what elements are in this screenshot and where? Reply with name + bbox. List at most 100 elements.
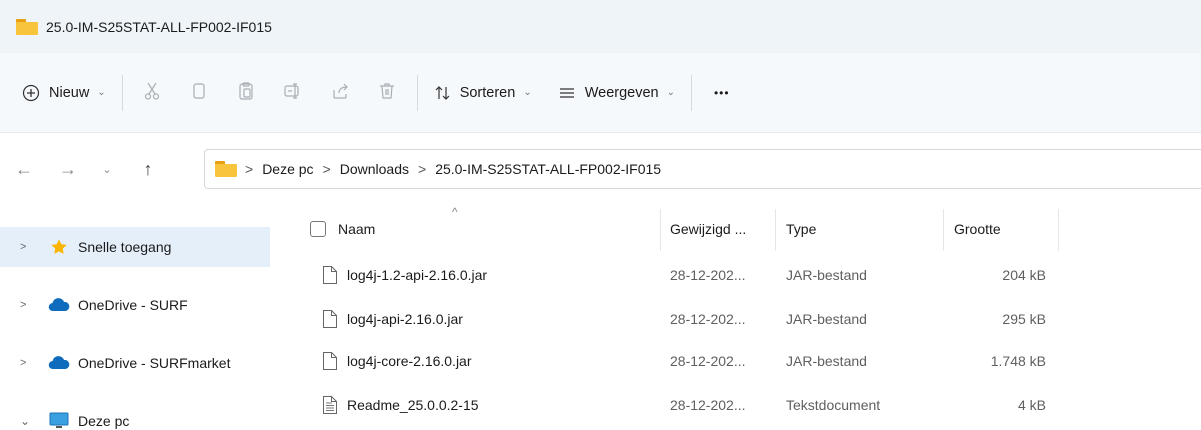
file-name: log4j-api-2.16.0.jar: [347, 311, 463, 327]
more-icon: •••: [713, 85, 730, 100]
sidebar-item-label: Deze pc: [78, 413, 130, 429]
sort-icon: [434, 84, 452, 102]
paste-button[interactable]: [223, 75, 270, 111]
breadcrumb-separator[interactable]: >: [323, 161, 331, 177]
recent-locations-button[interactable]: ⌄: [96, 153, 118, 185]
up-button[interactable]: ↑: [132, 153, 164, 185]
view-button[interactable]: Weergeven ⌄: [548, 75, 685, 111]
file-type: Tekstdocument: [786, 397, 881, 413]
file-name-cell: Readme_25.0.0.2-15: [322, 387, 662, 423]
delete-icon: [377, 81, 397, 104]
view-button-label: Weergeven: [584, 84, 659, 101]
rename-icon: [283, 81, 303, 104]
sidebar-item-onedrive-surfmarket[interactable]: > OneDrive - SURFmarket: [0, 343, 270, 383]
column-divider[interactable]: [775, 209, 776, 251]
file-name-cell: log4j-api-2.16.0.jar: [322, 301, 662, 337]
table-row[interactable]: log4j-core-2.16.0.jar 28-12-202... JAR-b…: [272, 343, 1201, 379]
breadcrumb-downloads[interactable]: Downloads: [340, 161, 409, 177]
breadcrumb-current-folder[interactable]: 25.0-IM-S25STAT-ALL-FP002-IF015: [435, 161, 661, 177]
sort-button-label: Sorteren: [459, 84, 516, 101]
cut-button[interactable]: [129, 75, 176, 111]
chevron-down-icon[interactable]: ⌄: [20, 414, 38, 428]
paste-icon: [236, 81, 256, 104]
title-bar: 25.0-IM-S25STAT-ALL-FP002-IF015: [0, 0, 1201, 53]
column-header-size[interactable]: Grootte: [954, 205, 1054, 253]
table-row[interactable]: log4j-1.2-api-2.16.0.jar 28-12-202... JA…: [272, 257, 1201, 293]
file-list: ^ Naam Gewijzigd ... Type Grootte log4j-…: [272, 205, 1201, 430]
forward-button[interactable]: →: [52, 153, 84, 185]
file-icon: [323, 310, 337, 328]
column-header-type[interactable]: Type: [786, 205, 941, 253]
arrow-left-icon: ←: [15, 158, 33, 179]
more-button[interactable]: •••: [698, 75, 746, 111]
address-bar[interactable]: > Deze pc > Downloads > 25.0-IM-S25STAT-…: [204, 149, 1201, 189]
star-icon: [48, 238, 70, 256]
sort-button[interactable]: Sorteren ⌄: [424, 75, 542, 111]
file-name-cell: log4j-core-2.16.0.jar: [322, 343, 662, 379]
file-name: log4j-1.2-api-2.16.0.jar: [347, 267, 488, 283]
file-size: 204 kB: [1002, 267, 1046, 283]
back-button[interactable]: ←: [8, 153, 40, 185]
share-button[interactable]: [317, 75, 364, 111]
breadcrumb-separator[interactable]: >: [418, 161, 426, 177]
delete-button[interactable]: [364, 75, 411, 111]
address-row: ← → ⌄ ↑ > Deze pc > Downloads > 25.0-IM-…: [0, 133, 1201, 205]
column-header-label: Gewijzigd ...: [670, 221, 747, 237]
sidebar-item-quick-access[interactable]: > Snelle toegang: [0, 227, 270, 267]
folder-icon: [215, 161, 237, 177]
column-header-label: Grootte: [954, 221, 1001, 237]
new-button-label: Nieuw: [49, 84, 90, 101]
command-bar: Nieuw ⌄ Sorteren ⌄ Weergeven ⌄ •••: [0, 53, 1201, 133]
column-divider[interactable]: [1058, 209, 1059, 251]
file-name: Readme_25.0.0.2-15: [347, 397, 479, 413]
file-modified: 28-12-202...: [670, 311, 746, 327]
text-file-icon: [323, 396, 337, 414]
separator: [416, 74, 418, 111]
file-icon: [323, 266, 337, 284]
file-size: 1.748 kB: [990, 353, 1046, 369]
file-icon: [323, 352, 337, 370]
sidebar-item-onedrive-surf[interactable]: > OneDrive - SURF: [0, 285, 270, 325]
file-modified: 28-12-202...: [670, 267, 746, 283]
breadcrumb-separator: >: [245, 161, 254, 177]
column-header-label: Type: [786, 221, 817, 237]
navigation-pane: > Snelle toegang > OneDrive - SURF > One…: [0, 205, 272, 430]
file-modified: 28-12-202...: [670, 397, 746, 413]
file-type: JAR-bestand: [786, 311, 867, 327]
cloud-icon: [48, 354, 70, 372]
file-type: JAR-bestand: [786, 353, 867, 369]
chevron-down-icon: ⌄: [97, 87, 106, 98]
rename-button[interactable]: [270, 75, 317, 111]
file-size: 4 kB: [1017, 397, 1046, 413]
chevron-down-icon: ⌄: [523, 87, 532, 98]
file-name-cell: log4j-1.2-api-2.16.0.jar: [322, 257, 662, 293]
table-row[interactable]: log4j-api-2.16.0.jar 28-12-202... JAR-be…: [272, 301, 1201, 337]
breadcrumb-deze-pc[interactable]: Deze pc: [262, 161, 313, 177]
chevron-down-icon: ⌄: [666, 87, 675, 98]
sidebar-item-label: OneDrive - SURF: [78, 297, 188, 313]
sidebar-item-label: OneDrive - SURFmarket: [78, 355, 231, 371]
share-icon: [330, 81, 350, 104]
select-all-checkbox[interactable]: [310, 221, 326, 237]
column-divider[interactable]: [660, 209, 661, 251]
copy-icon: [189, 81, 209, 104]
view-icon: [558, 84, 576, 102]
column-header-label: Naam: [338, 221, 376, 237]
copy-button[interactable]: [176, 75, 223, 111]
sidebar-item-label: Snelle toegang: [78, 239, 172, 255]
new-button[interactable]: Nieuw ⌄: [12, 75, 116, 111]
column-header-modified[interactable]: Gewijzigd ...: [670, 205, 775, 253]
chevron-right-icon[interactable]: >: [20, 357, 38, 369]
table-row[interactable]: Readme_25.0.0.2-15 28-12-202... Tekstdoc…: [272, 387, 1201, 423]
column-divider[interactable]: [943, 209, 944, 251]
window-title: 25.0-IM-S25STAT-ALL-FP002-IF015: [46, 18, 272, 35]
sidebar-item-this-pc[interactable]: ⌄ Deze pc: [0, 401, 270, 430]
chevron-down-icon: ⌄: [102, 163, 112, 176]
folder-icon: [16, 18, 38, 35]
column-header-name[interactable]: Naam: [310, 205, 658, 253]
file-size: 295 kB: [1002, 311, 1046, 327]
file-modified: 28-12-202...: [670, 353, 746, 369]
chevron-right-icon[interactable]: >: [20, 299, 38, 311]
chevron-right-icon[interactable]: >: [20, 241, 38, 253]
separator: [690, 74, 692, 111]
